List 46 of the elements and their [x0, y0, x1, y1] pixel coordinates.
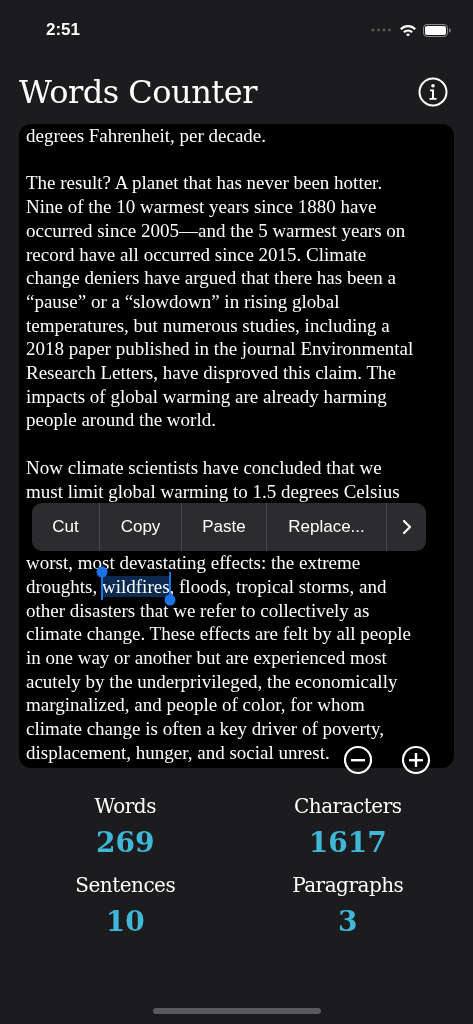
- battery-icon: [423, 23, 451, 37]
- text-editor[interactable]: [19, 124, 454, 768]
- text-line: record have all occurred since 2015. Climate: [26, 242, 367, 267]
- app-title: Words Counter: [19, 73, 257, 111]
- info-icon[interactable]: [418, 77, 448, 107]
- stat-label: Sentences: [75, 873, 176, 897]
- text-line: climate change is often a key driver of poverty,: [26, 717, 385, 741]
- status-time: 2:51: [46, 20, 81, 40]
- stat-value: 3: [338, 905, 358, 938]
- text-line: in one way or another but are experienced most: [26, 646, 387, 670]
- wifi-icon: [399, 23, 417, 37]
- text-line: temperatures, but numerous studies, including a: [26, 313, 390, 338]
- signal-icon: [371, 28, 393, 32]
- menu-item[interactable]: Paste: [182, 503, 267, 552]
- stat-label: Paragraphs: [292, 873, 404, 897]
- text-line: other disasters that we refer to collectively as: [26, 598, 370, 623]
- text-line: impacts of global warming are already harming: [26, 384, 387, 409]
- text-line: Now climate scientists have concluded that we: [26, 455, 382, 480]
- text-line: worst, most devastating effects: the extreme: [26, 551, 361, 575]
- selected-text: wildfires: [102, 575, 170, 597]
- text-line: Research Letters, have disproved this claim. The: [26, 361, 397, 385]
- text-line: Nine of the 10 warmest years since 1880 have: [26, 195, 377, 219]
- zoom-in-icon[interactable]: [401, 745, 431, 775]
- text-line: change deniers have argued that there has been a: [26, 266, 396, 290]
- menu-item[interactable]: Copy: [100, 503, 182, 552]
- stat-label: Words: [94, 794, 156, 818]
- text-line: The result? A planet that has never been hotter.: [26, 171, 383, 196]
- text-line: 2018 paper published in the journal Environmental: [26, 337, 414, 361]
- text-line: occurred since 2005—and the 5 warmest years on: [26, 218, 406, 243]
- stat-value: 1617: [308, 826, 387, 859]
- menu-item[interactable]: Replace...: [267, 503, 387, 552]
- text-line: marginalized, and people of color, for whom: [26, 693, 365, 718]
- text-line: “pause” or a “slowdown” in rising global: [26, 289, 340, 314]
- stat-label: Characters: [294, 794, 402, 818]
- stat-value: 269: [96, 826, 155, 859]
- zoom-out-icon[interactable]: [343, 745, 373, 775]
- text-line: acutely by the underprivileged, the economically: [26, 669, 398, 694]
- text-line: degrees Fahrenheit, per decade.: [26, 124, 266, 148]
- text-line: droughts,: [26, 575, 99, 597]
- menu-item[interactable]: Cut: [32, 503, 100, 552]
- chevron-right-icon[interactable]: [402, 519, 412, 536]
- text-line: displacement, hunger, and social unrest.: [26, 740, 330, 765]
- text-line: must limit global warming to 1.5 degrees Celsius: [26, 479, 400, 504]
- stat-value: 10: [105, 905, 145, 938]
- text-line: climate change. These effects are felt by all people: [26, 622, 411, 647]
- text-line: people around the world.: [26, 408, 216, 433]
